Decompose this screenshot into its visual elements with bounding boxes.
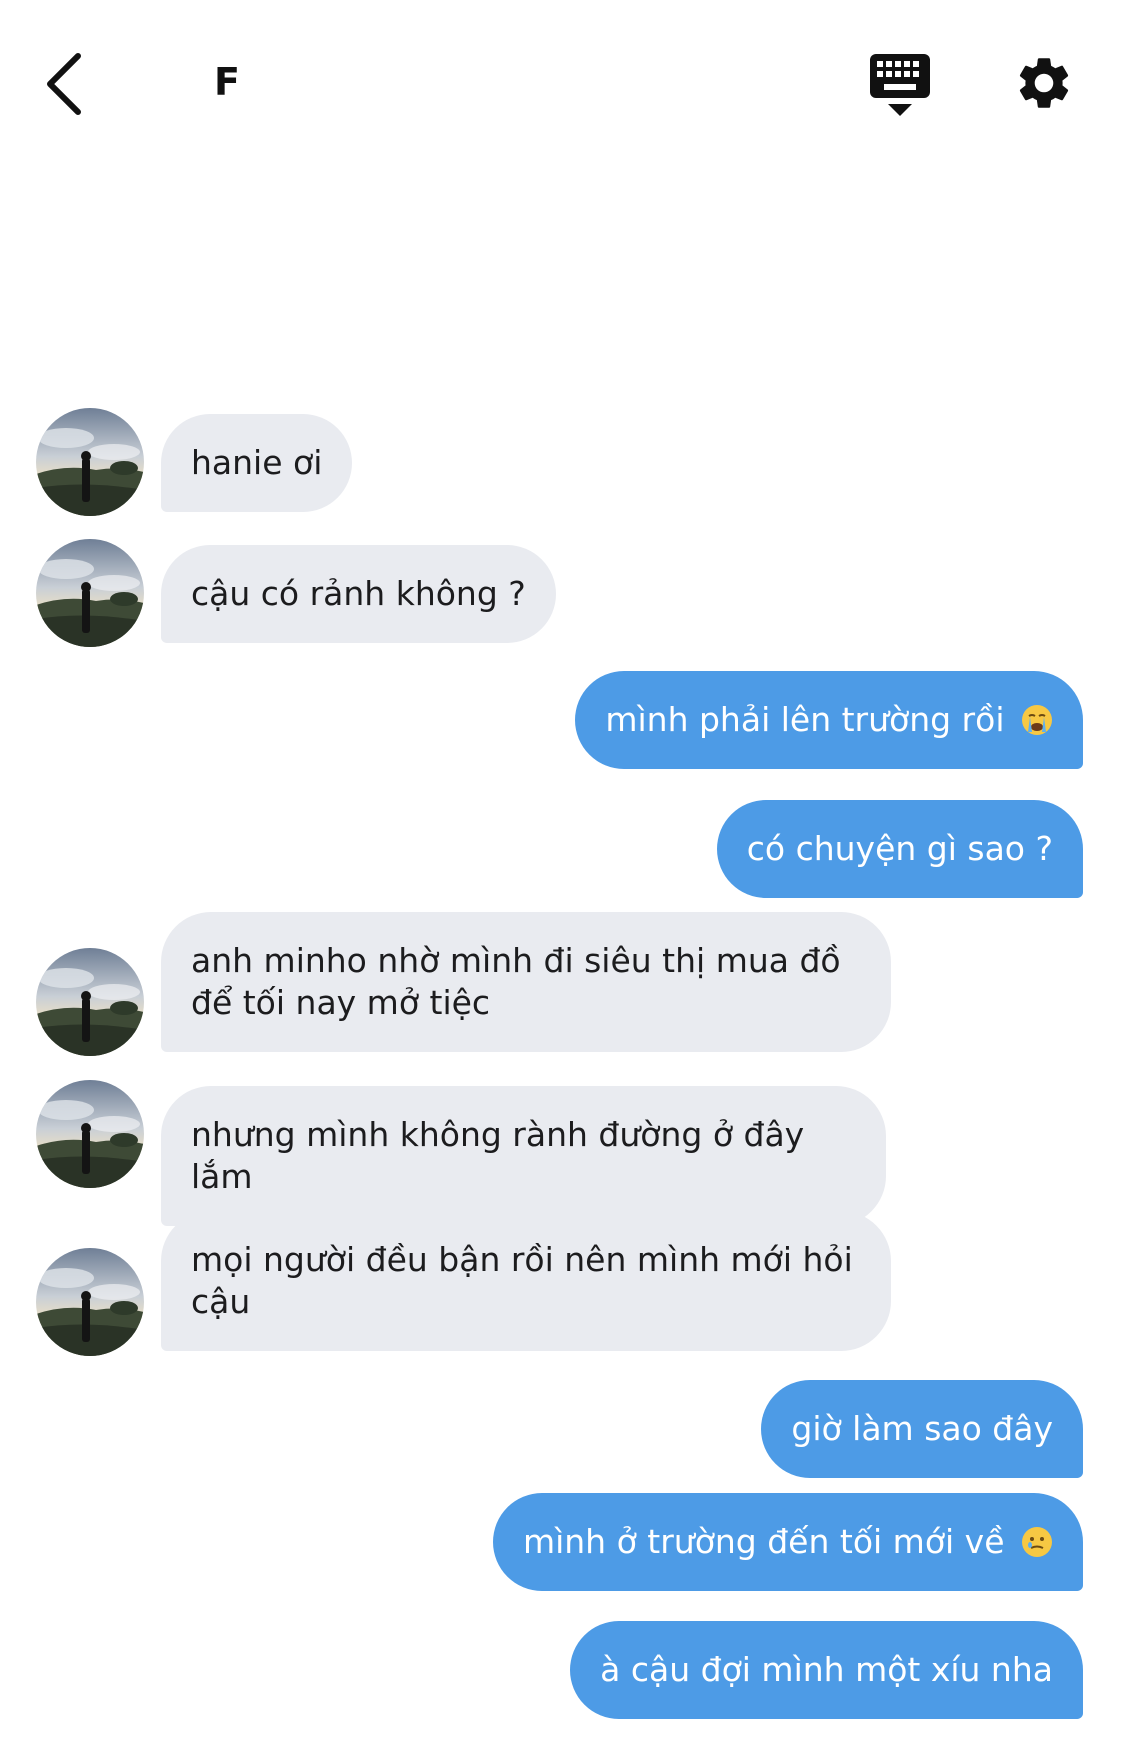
message-bubble-incoming[interactable]: mọi người đều bận rồi nên mình mới hỏi c… (161, 1211, 891, 1351)
contact-avatar[interactable] (36, 1248, 144, 1356)
message-text: nhưng mình không rành đường ở đây lắm (191, 1115, 805, 1196)
message-bubble-outgoing[interactable]: mình ở trường đến tối mới về (492, 1493, 1083, 1591)
message-text: giờ làm sao đây (791, 1409, 1053, 1448)
contact-avatar[interactable] (36, 948, 144, 1056)
gear-icon (1019, 58, 1069, 108)
message-text: mình phải lên trường rồi (605, 700, 1005, 739)
back-button[interactable] (38, 48, 98, 120)
message-bubble-outgoing[interactable]: à cậu đợi mình một xíu nha (570, 1621, 1083, 1719)
message-text: mọi người đều bận rồi nên mình mới hỏi c… (191, 1240, 853, 1321)
message-bubble-incoming[interactable]: anh minho nhờ mình đi siêu thị mua đồ để… (161, 912, 891, 1052)
contact-avatar[interactable] (36, 408, 144, 516)
chat-header: F (0, 0, 1125, 170)
keyboard-hide-icon (870, 54, 930, 116)
message-bubble-incoming[interactable]: nhưng mình không rành đường ở đây lắm (161, 1086, 886, 1226)
settings-button[interactable] (1013, 52, 1075, 114)
message-text: có chuyện gì sao ? (746, 829, 1053, 868)
contact-avatar[interactable] (36, 1080, 144, 1188)
message-bubble-outgoing[interactable]: có chuyện gì sao ? (716, 800, 1083, 898)
chat-title: F (214, 60, 240, 104)
message-text: cậu có rảnh không ? (191, 574, 526, 613)
message-text: mình ở trường đến tối mới về (522, 1522, 1005, 1561)
keyboard-toggle-button[interactable] (868, 52, 932, 118)
message-text: anh minho nhờ mình đi siêu thị mua đồ để… (191, 941, 841, 1022)
crying-face-emoji (1022, 705, 1052, 735)
contact-avatar[interactable] (36, 539, 144, 647)
message-text: à cậu đợi mình một xíu nha (600, 1650, 1053, 1689)
message-bubble-incoming[interactable]: cậu có rảnh không ? (161, 545, 556, 643)
chevron-left-icon (47, 53, 81, 115)
message-bubble-incoming[interactable]: hanie ơi (161, 414, 353, 512)
message-bubble-outgoing[interactable]: giờ làm sao đây (761, 1380, 1083, 1478)
message-text: hanie ơi (191, 443, 323, 482)
teary-smile-emoji (1022, 1527, 1052, 1557)
message-bubble-outgoing[interactable]: mình phải lên trường rồi (575, 671, 1083, 769)
